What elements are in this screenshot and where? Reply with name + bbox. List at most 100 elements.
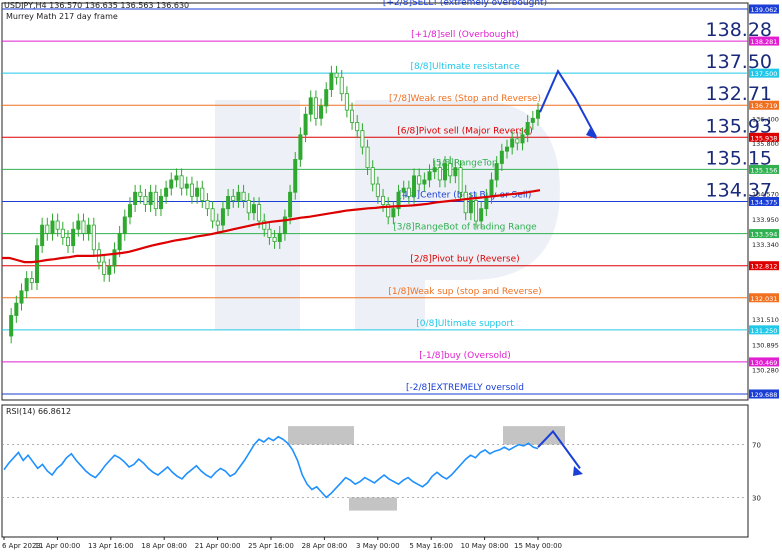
candle <box>14 302 19 316</box>
murrey-level-label: [-2/8]EXTREMELY oversold <box>406 383 524 393</box>
murrey-level-label: [8/8]Ultimate resistance <box>411 62 520 72</box>
candle <box>29 278 34 284</box>
candle <box>55 220 60 230</box>
level-big-value: 137.50 <box>706 51 772 73</box>
candle <box>334 72 339 78</box>
candle <box>205 200 210 210</box>
rsi-overbought-zone <box>288 426 354 445</box>
level-big-value: 138.28 <box>706 19 772 41</box>
candle <box>365 146 370 169</box>
murrey-level-label: [-1/8]buy (Oversold) <box>419 351 510 361</box>
candle <box>489 179 494 197</box>
murrey-level-label: [+1/8]sell (Overbought) <box>411 30 519 40</box>
candle <box>324 89 329 107</box>
candle <box>443 163 448 181</box>
murrey-level-label: [7/8]Weak res (Stop and Reverse) <box>389 94 541 104</box>
candle <box>505 146 510 152</box>
rsi-tick-label: 30 <box>752 494 761 502</box>
candle <box>34 245 39 284</box>
candle <box>257 204 262 222</box>
candle <box>169 179 174 189</box>
candle <box>215 220 220 226</box>
candle <box>71 228 76 247</box>
candle <box>484 195 489 210</box>
candle <box>381 195 386 205</box>
x-tick-label: 5 May 16:00 <box>409 542 453 550</box>
murrey-level-label: [0/8]Ultimate support <box>416 319 514 329</box>
candle <box>133 191 138 205</box>
candle <box>86 224 91 234</box>
candle <box>422 179 427 185</box>
rsi-line <box>3 435 539 499</box>
candle <box>499 150 504 164</box>
rsi-forecast-arrowhead <box>573 466 583 476</box>
candle <box>251 204 256 214</box>
candle <box>107 265 112 275</box>
price-tag-label: 132.031 <box>751 295 778 303</box>
candle <box>267 228 272 238</box>
candle <box>112 249 117 267</box>
candle <box>355 122 360 132</box>
x-tick-label: 28 Apr 08:00 <box>302 542 348 550</box>
candle <box>360 130 365 148</box>
candle <box>236 191 241 201</box>
x-tick-label: 21 Apr 00:00 <box>195 542 241 550</box>
candle <box>174 175 179 181</box>
price-tag-label: 129.688 <box>751 391 778 399</box>
candle <box>24 278 29 292</box>
level-big-value: 135.15 <box>706 147 772 169</box>
candle <box>200 187 205 201</box>
candle <box>148 191 153 205</box>
candle <box>143 195 148 205</box>
candle <box>241 191 246 201</box>
forecast-arrow <box>539 68 597 138</box>
candle <box>184 183 189 189</box>
candle <box>91 224 96 251</box>
x-tick-label: 10 May 08:00 <box>461 542 509 550</box>
candle <box>19 290 24 304</box>
candle <box>40 224 45 247</box>
price-tag-label: 132.812 <box>751 263 778 271</box>
candle <box>9 315 14 337</box>
candle <box>122 216 127 234</box>
murrey-level-label: [1/8]Weak sup (stop and Reverse) <box>388 287 541 297</box>
x-tick-label: 11 Apr 00:00 <box>35 542 81 550</box>
candle <box>432 167 437 173</box>
candle <box>437 167 442 181</box>
indicator-name: Murrey Math 217 day frame <box>6 12 118 21</box>
candle <box>510 138 515 148</box>
murrey-level-label: [+2/8]SELL! (extremely overbought) <box>383 0 547 8</box>
price-tag-label: 139.062 <box>751 6 778 14</box>
candle <box>313 97 318 119</box>
candle <box>153 191 158 210</box>
candle <box>406 187 411 197</box>
candle <box>65 237 70 247</box>
candle <box>468 200 473 214</box>
candle <box>375 183 380 197</box>
y-tick-label: 134.570 <box>752 190 779 198</box>
murrey-level-label: [3/8]RangeBot of trading Range <box>393 223 537 233</box>
rsi-panel-frame <box>1 404 749 538</box>
candle <box>272 237 277 242</box>
candle <box>50 220 55 234</box>
candle <box>117 232 122 251</box>
x-tick-label: 25 Apr 16:00 <box>248 542 294 550</box>
candle <box>401 187 406 193</box>
murrey-level-label: [5/8]RangeTop <box>432 158 498 168</box>
candle <box>195 187 200 197</box>
candle <box>329 72 334 90</box>
y-tick-label: 136.400 <box>752 115 779 123</box>
candle <box>303 113 308 136</box>
candle <box>520 134 525 144</box>
y-tick-label: 133.340 <box>752 241 779 249</box>
candle <box>319 105 324 119</box>
x-tick-label: 13 Apr 16:00 <box>88 542 134 550</box>
candle <box>448 163 453 177</box>
candle <box>458 167 463 193</box>
candle <box>427 171 432 181</box>
price-chart: [+2/8]SELL! (extremely overbought) 139.06… <box>1 0 779 550</box>
candle <box>60 228 65 238</box>
candle <box>370 167 375 185</box>
rsi-label: RSI(14) 66.8612 <box>6 407 72 416</box>
candle <box>138 191 143 197</box>
